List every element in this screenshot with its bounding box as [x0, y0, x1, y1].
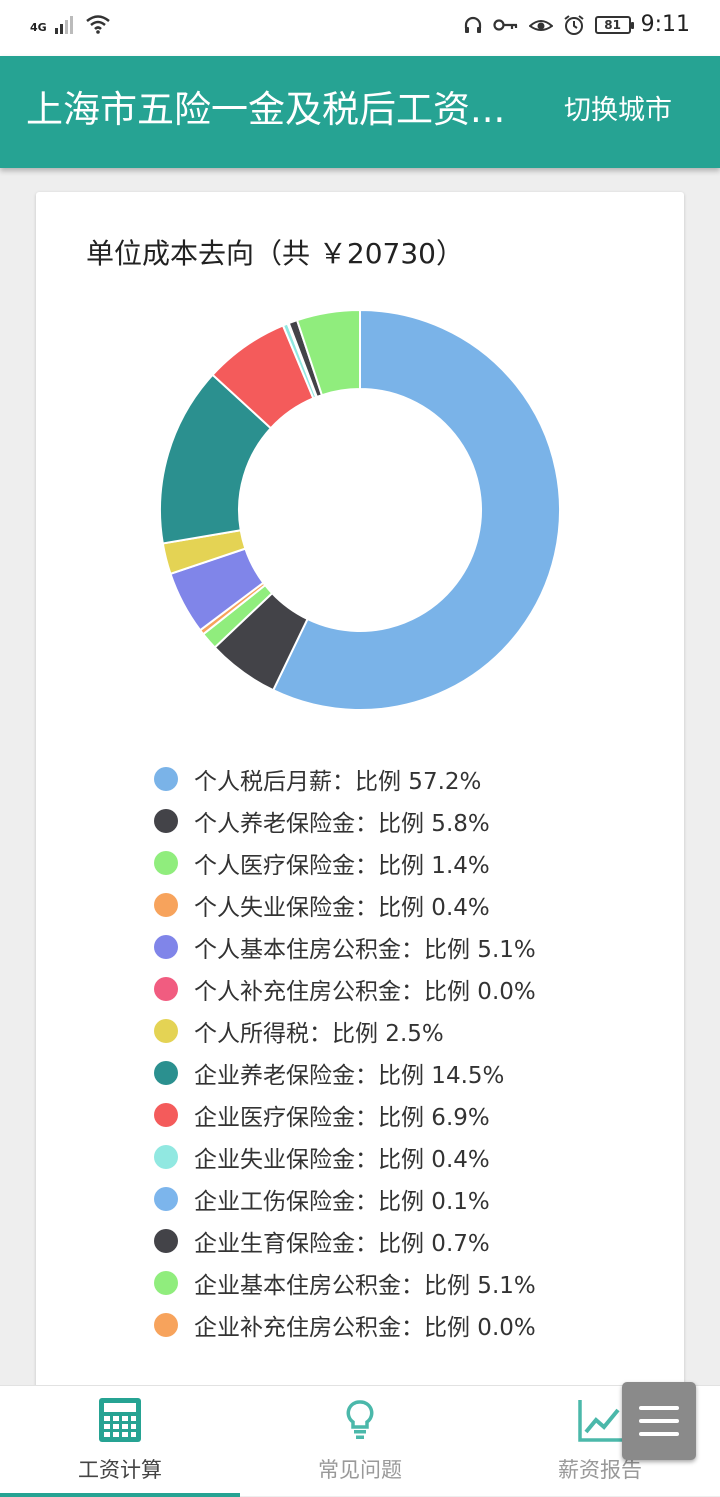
floating-menu-button[interactable]	[622, 1382, 696, 1460]
legend-marker	[154, 851, 178, 875]
key-icon	[492, 18, 517, 31]
bottom-navigation: 工资计算 常见问题 薪资报告	[0, 1385, 720, 1497]
legend-label: 个人医疗保险金：比例 1.4%	[194, 853, 490, 879]
tab-faq[interactable]: 常见问题	[240, 1386, 480, 1497]
status-right: 81 9:11	[463, 12, 690, 37]
legend-marker	[154, 1019, 178, 1043]
legend-item: 个人补充住房公积金：比例 0.0%	[154, 968, 536, 1010]
legend-item: 个人所得税：比例 2.5%	[154, 1010, 536, 1052]
legend-item: 个人养老保险金：比例 5.8%	[154, 800, 536, 842]
legend-item: 个人失业保险金：比例 0.4%	[154, 884, 536, 926]
legend-label: 企业养老保险金：比例 14.5%	[194, 1063, 505, 1089]
donut-chart	[159, 308, 561, 711]
chart-title: 单位成本去向（共 ￥20730）	[86, 237, 464, 270]
legend-item: 企业养老保险金：比例 14.5%	[154, 1052, 536, 1094]
legend-label: 企业医疗保险金：比例 6.9%	[194, 1105, 490, 1131]
legend-marker	[154, 767, 178, 791]
legend-marker	[154, 1229, 178, 1253]
lightbulb-icon	[346, 1400, 374, 1439]
switch-city-button[interactable]: 切换城市	[564, 92, 672, 130]
legend-item: 企业补充住房公积金：比例 0.0%	[154, 1304, 536, 1346]
legend-marker	[154, 1187, 178, 1211]
active-tab-indicator	[0, 1493, 240, 1497]
legend-label: 个人补充住房公积金：比例 0.0%	[194, 979, 536, 1005]
headphones-icon	[464, 16, 481, 33]
status-bar: 4G 81 9:11	[0, 0, 720, 56]
tab-label: 常见问题	[318, 1458, 402, 1482]
legend-label: 企业工伤保险金：比例 0.1%	[194, 1189, 490, 1215]
legend-item: 企业生育保险金：比例 0.7%	[154, 1220, 536, 1262]
legend-item: 个人基本住房公积金：比例 5.1%	[154, 926, 536, 968]
legend-marker	[154, 1313, 178, 1337]
legend-marker	[154, 935, 178, 959]
legend-marker	[154, 1145, 178, 1169]
legend-item: 个人医疗保险金：比例 1.4%	[154, 842, 536, 884]
tab-label: 工资计算	[78, 1458, 162, 1482]
legend-item: 企业工伤保险金：比例 0.1%	[154, 1178, 536, 1220]
legend-label: 个人所得税：比例 2.5%	[194, 1021, 444, 1047]
legend-item: 个人税后月薪：比例 57.2%	[154, 758, 536, 800]
chart-legend: 个人税后月薪：比例 57.2% 个人养老保险金：比例 5.8% 个人医疗保险金：比例…	[154, 758, 536, 1346]
legend-item: 企业失业保险金：比例 0.4%	[154, 1136, 536, 1178]
legend-label: 企业生育保险金：比例 0.7%	[194, 1231, 490, 1257]
legend-marker	[154, 1061, 178, 1085]
legend-label: 企业补充住房公积金：比例 0.0%	[194, 1315, 536, 1341]
battery-indicator: 81	[594, 15, 634, 34]
alarm-icon	[563, 14, 584, 35]
tab-salary-calc[interactable]: 工资计算	[0, 1386, 240, 1497]
legend-label: 企业失业保险金：比例 0.4%	[194, 1147, 490, 1173]
legend-marker	[154, 1271, 178, 1295]
clock: 9:11	[640, 12, 690, 37]
wifi-icon	[85, 15, 110, 34]
legend-marker	[154, 977, 178, 1001]
network-type-label: 4G	[30, 21, 47, 34]
legend-label: 个人税后月薪：比例 57.2%	[194, 769, 482, 795]
legend-marker	[154, 893, 178, 917]
legend-label: 个人养老保险金：比例 5.8%	[194, 811, 490, 837]
page-title: 上海市五险一金及税后工资...	[26, 88, 506, 131]
legend-item: 企业医疗保险金：比例 6.9%	[154, 1094, 536, 1136]
legend-item: 企业基本住房公积金：比例 5.1%	[154, 1262, 536, 1304]
legend-label: 个人基本住房公积金：比例 5.1%	[194, 937, 536, 963]
status-left: 4G	[30, 14, 111, 34]
app-bar: 上海市五险一金及税后工资... 切换城市	[0, 56, 720, 168]
legend-marker	[154, 1103, 178, 1127]
cost-breakdown-card: 单位成本去向（共 ￥20730） 个人税后月薪：比例 57.2% 个人养老保险金：…	[36, 192, 684, 1402]
signal-icon	[54, 16, 73, 34]
legend-label: 个人失业保险金：比例 0.4%	[194, 895, 490, 921]
legend-marker	[154, 809, 178, 833]
calculator-icon	[99, 1398, 141, 1442]
trend-chart-icon	[578, 1400, 622, 1442]
eye-icon	[528, 19, 553, 31]
legend-label: 企业基本住房公积金：比例 5.1%	[194, 1273, 536, 1299]
